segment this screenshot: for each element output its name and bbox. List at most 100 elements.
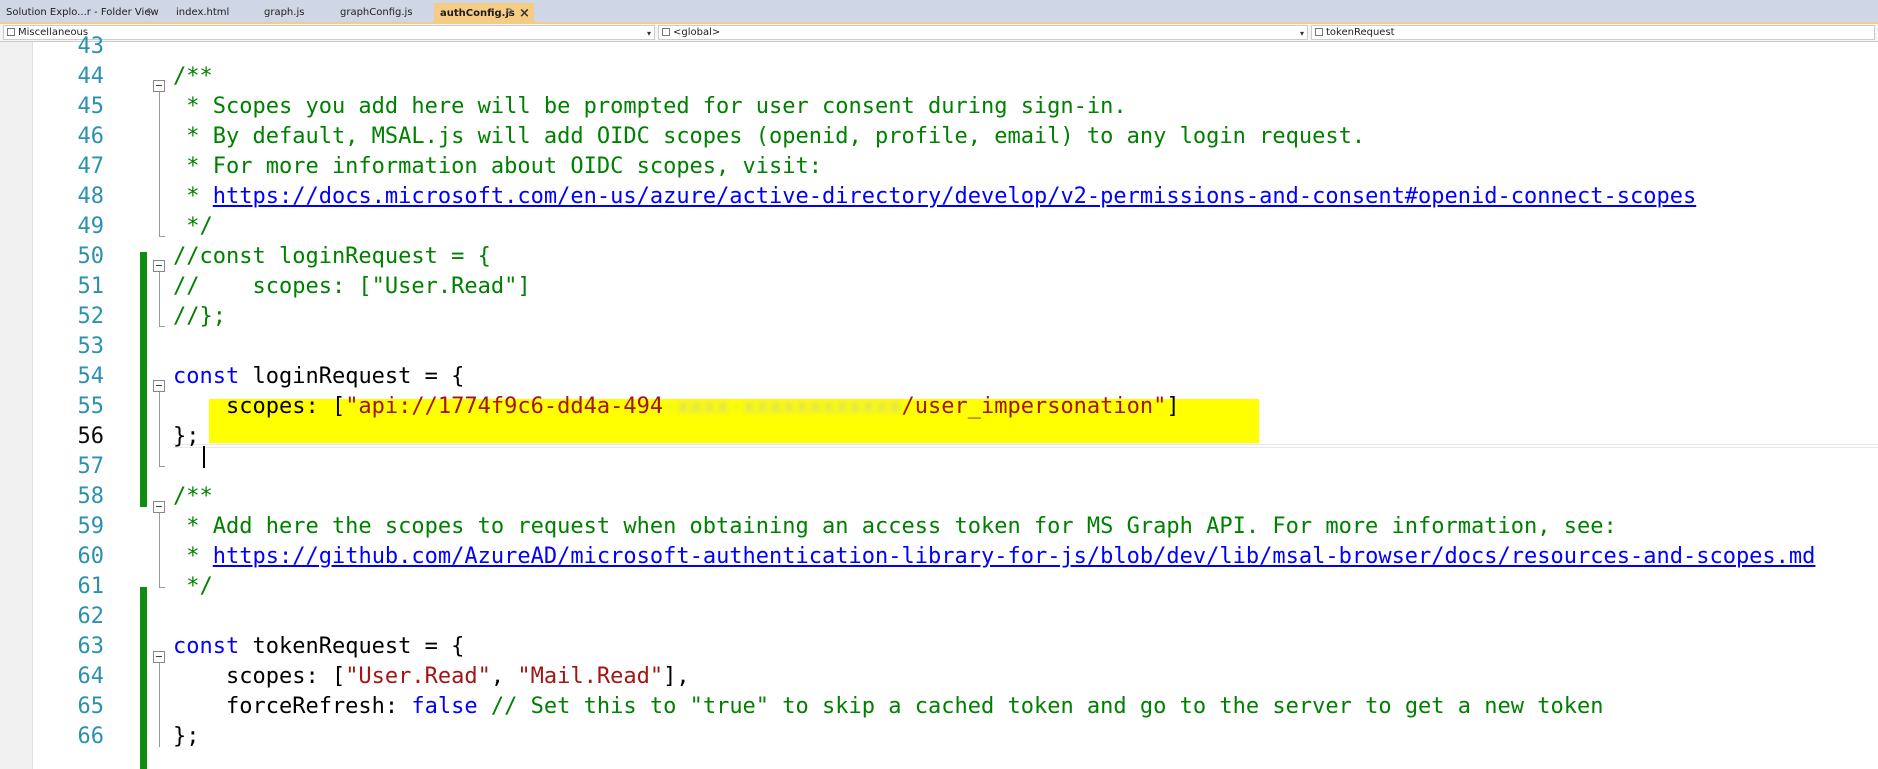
- code-text: const loginRequest = {: [173, 362, 464, 392]
- code-token: "Mail.Read": [517, 664, 664, 689]
- line-number: 62: [77, 604, 105, 629]
- code-line[interactable]: 63 const tokenRequest = {: [0, 632, 1878, 662]
- code-link[interactable]: https://docs.microsoft.com/en-us/azure/a…: [213, 184, 1696, 209]
- code-token: */: [173, 214, 213, 239]
- code-text: * Scopes you add here will be prompted f…: [173, 92, 1127, 122]
- code-token: /**: [173, 64, 213, 89]
- document-tab-strip: Solution Explo...r - Folder View ⚲ index…: [0, 0, 1878, 24]
- code-token: loginRequest = {: [239, 364, 465, 389]
- code-line[interactable]: 54 const loginRequest = {: [0, 362, 1878, 392]
- line-number: 56: [77, 424, 105, 449]
- code-line[interactable]: 60 * https://github.com/AzureAD/microsof…: [0, 542, 1878, 572]
- code-token: "api://1774f9c6-dd4a-494: [345, 394, 664, 419]
- line-number: 44: [77, 64, 105, 89]
- code-token: * By default, MSAL.js will add OIDC scop…: [173, 124, 1366, 149]
- tab-graphconfig-js[interactable]: graphConfig.js: [334, 4, 434, 22]
- line-number: 65: [77, 694, 105, 719]
- code-line[interactable]: 58 /**: [0, 482, 1878, 512]
- line-number: 60: [77, 544, 105, 569]
- line-number: 54: [77, 364, 105, 389]
- code-text: * By default, MSAL.js will add OIDC scop…: [173, 122, 1365, 152]
- code-token: const: [173, 364, 240, 389]
- pin-icon[interactable]: ⚲: [146, 4, 153, 22]
- line-number: 59: [77, 514, 105, 539]
- code-line[interactable]: 45 * Scopes you add here will be prompte…: [0, 92, 1878, 122]
- code-text: * https://docs.microsoft.com/en-us/azure…: [173, 182, 1696, 212]
- code-token: "User.Read": [345, 664, 491, 689]
- tab-solution-explorer[interactable]: Solution Explo...r - Folder View ⚲: [0, 4, 170, 22]
- code-token: */: [173, 574, 213, 599]
- line-number: 66: [77, 724, 105, 749]
- tab-label: graphConfig.js: [340, 7, 413, 18]
- code-text: scopes: ["User.Read", "Mail.Read"],: [173, 662, 690, 692]
- code-editor[interactable]: 43 44 /** 45 * Scopes you add here will be …: [0, 34, 1878, 769]
- tab-authconfig-js[interactable]: authConfig.js ⚲ ×: [434, 3, 534, 24]
- code-line[interactable]: 56};: [0, 422, 1878, 452]
- code-text: * For more information about OIDC scopes…: [173, 152, 822, 182]
- code-line[interactable]: 46 * By default, MSAL.js will add OIDC s…: [0, 122, 1878, 152]
- code-text: forceRefresh: false // Set this to "true…: [173, 692, 1604, 722]
- code-line[interactable]: 49 */: [0, 212, 1878, 242]
- code-text: // scopes: ["User.Read"]: [173, 272, 531, 302]
- code-token: /**: [173, 484, 213, 509]
- code-token: scopes: [: [173, 394, 346, 419]
- code-text: * https://github.com/AzureAD/microsoft-a…: [173, 542, 1815, 572]
- code-line[interactable]: 65 forceRefresh: false // Set this to "t…: [0, 692, 1878, 722]
- code-line[interactable]: 55 scopes: ["api://1774f9c6-dd4a-494-xxx…: [0, 392, 1878, 422]
- pin-icon[interactable]: ⚲: [506, 3, 513, 24]
- line-number: 51: [77, 274, 105, 299]
- code-token: * For more information about OIDC scopes…: [173, 154, 823, 179]
- code-line[interactable]: 47 * For more information about OIDC sco…: [0, 152, 1878, 182]
- close-icon[interactable]: ×: [519, 3, 530, 24]
- code-token: * Scopes you add here will be prompted f…: [173, 94, 1127, 119]
- redacted-text: -xxxx-xxxxxxxxxxxx: [663, 394, 902, 419]
- code-line[interactable]: 44 /**: [0, 62, 1878, 92]
- code-line[interactable]: 48 * https://docs.microsoft.com/en-us/az…: [0, 182, 1878, 212]
- code-line[interactable]: 61 */: [0, 572, 1878, 602]
- code-token: // Set this to "true" to skip a cached t…: [477, 694, 1604, 719]
- code-token: // scopes: ["User.Read"]: [173, 274, 531, 299]
- code-line[interactable]: 51 // scopes: ["User.Read"]: [0, 272, 1878, 302]
- code-line[interactable]: 57: [0, 452, 1878, 482]
- code-token: const: [173, 634, 240, 659]
- code-line[interactable]: 43: [0, 32, 1878, 62]
- code-line[interactable]: 66};: [0, 722, 1878, 752]
- code-line[interactable]: 50 //const loginRequest = {: [0, 242, 1878, 272]
- code-text: */: [173, 212, 213, 242]
- code-line[interactable]: 52 //};: [0, 302, 1878, 332]
- code-link[interactable]: https://github.com/AzureAD/microsoft-aut…: [213, 544, 1816, 569]
- code-line[interactable]: 59 * Add here the scopes to request when…: [0, 512, 1878, 542]
- code-token: forceRefresh:: [173, 694, 412, 719]
- code-text: * Add here the scopes to request when ob…: [173, 512, 1617, 542]
- line-number: 58: [77, 484, 105, 509]
- line-number: 55: [77, 394, 105, 419]
- tab-label: index.html: [176, 7, 230, 18]
- code-text: */: [173, 572, 213, 602]
- code-line[interactable]: 53: [0, 332, 1878, 362]
- code-token: * Add here the scopes to request when ob…: [173, 514, 1617, 539]
- code-token: //};: [173, 304, 226, 329]
- code-token: ]: [1166, 394, 1180, 419]
- code-text: };: [173, 722, 200, 752]
- code-token: };: [173, 724, 200, 749]
- line-number: 46: [77, 124, 105, 149]
- line-number: 63: [77, 634, 105, 659]
- code-token: //const loginRequest = {: [173, 244, 491, 269]
- code-text: };: [173, 422, 200, 452]
- line-number: 48: [77, 184, 105, 209]
- code-text: /**: [173, 62, 213, 92]
- tab-label: graph.js: [264, 7, 305, 18]
- code-token: scopes: [: [173, 664, 346, 689]
- code-line[interactable]: 64 scopes: ["User.Read", "Mail.Read"],: [0, 662, 1878, 692]
- line-number: 52: [77, 304, 105, 329]
- code-text: //const loginRequest = {: [173, 242, 491, 272]
- line-number: 53: [77, 334, 105, 359]
- code-token: ,: [490, 664, 518, 689]
- tab-index-html[interactable]: index.html: [170, 4, 258, 22]
- line-number: 45: [77, 94, 105, 119]
- code-token: };: [173, 424, 200, 449]
- code-token: /user_impersonation": [901, 394, 1167, 419]
- code-line[interactable]: 62: [0, 602, 1878, 632]
- code-text: //};: [173, 302, 226, 332]
- tab-graph-js[interactable]: graph.js: [258, 4, 334, 22]
